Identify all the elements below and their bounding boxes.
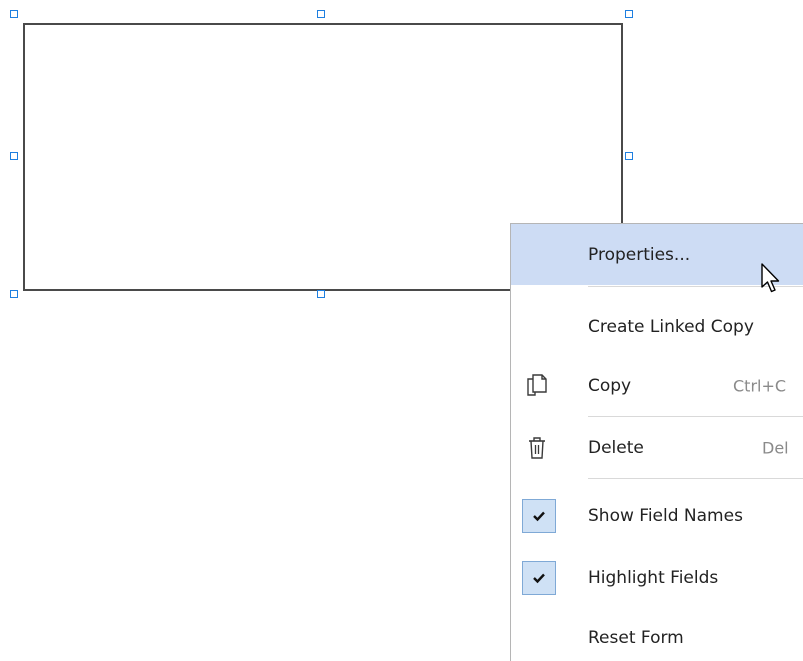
copy-icon bbox=[525, 373, 549, 399]
menu-item-create-linked-copy[interactable]: Create Linked Copy bbox=[511, 296, 803, 357]
menu-item-properties[interactable]: Properties... bbox=[511, 224, 803, 285]
menu-item-label: Delete bbox=[588, 437, 644, 458]
menu-item-highlight-fields[interactable]: Highlight Fields bbox=[511, 547, 803, 608]
menu-item-reset-form[interactable]: Reset Form bbox=[511, 607, 803, 661]
trash-icon bbox=[525, 435, 549, 461]
menu-item-show-field-names[interactable]: Show Field Names bbox=[511, 485, 803, 546]
resize-handle-bottom-center[interactable] bbox=[317, 290, 325, 298]
checkmark-icon bbox=[522, 498, 556, 533]
checkmark-icon bbox=[522, 560, 556, 595]
resize-handle-middle-right[interactable] bbox=[625, 152, 633, 160]
menu-item-label: Show Field Names bbox=[588, 505, 743, 526]
mouse-cursor-icon bbox=[761, 263, 783, 299]
menu-item-label: Properties... bbox=[588, 244, 691, 265]
menu-item-shortcut: Ctrl+C bbox=[733, 376, 787, 395]
menu-item-label: Copy bbox=[588, 375, 632, 396]
resize-handle-top-center[interactable] bbox=[317, 10, 325, 18]
resize-handle-bottom-left[interactable] bbox=[10, 290, 18, 298]
menu-item-label: Reset Form bbox=[588, 627, 684, 648]
menu-item-copy[interactable]: Copy Ctrl+C bbox=[511, 355, 803, 416]
context-menu: Properties... Create Linked Copy Copy Ct… bbox=[510, 223, 803, 661]
resize-handle-top-right[interactable] bbox=[625, 10, 633, 18]
resize-handle-top-left[interactable] bbox=[10, 10, 18, 18]
menu-item-shortcut: Del bbox=[762, 438, 789, 457]
menu-separator bbox=[588, 478, 803, 479]
menu-item-label: Create Linked Copy bbox=[588, 316, 754, 337]
menu-item-label: Highlight Fields bbox=[588, 567, 719, 588]
resize-handle-middle-left[interactable] bbox=[10, 152, 18, 160]
menu-item-delete[interactable]: Delete Del bbox=[511, 417, 803, 478]
document-canvas: Properties... Create Linked Copy Copy Ct… bbox=[0, 0, 803, 661]
